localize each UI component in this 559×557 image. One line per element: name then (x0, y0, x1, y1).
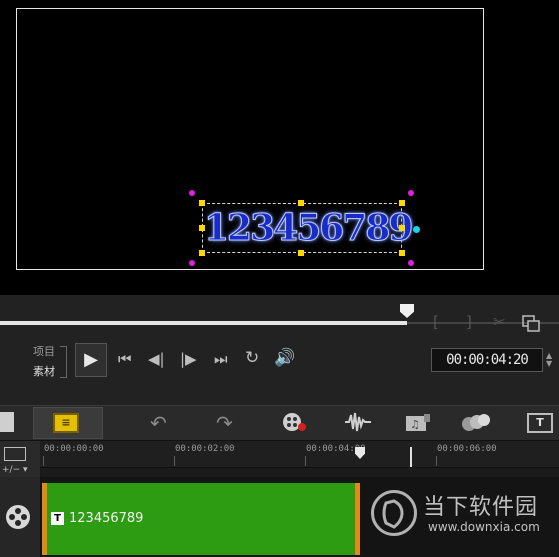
repeat-icon[interactable]: ↻ (245, 348, 259, 368)
go-to-end-icon[interactable]: ⏭ (214, 350, 228, 368)
mode-switch-bracket (60, 346, 67, 378)
go-to-start-icon[interactable]: ⏮ (118, 350, 132, 368)
resize-handle-n[interactable] (298, 200, 304, 206)
rotate-handle-bottom-left[interactable] (189, 260, 195, 266)
motion-tracking-icon[interactable] (460, 413, 492, 433)
resize-handle-se[interactable] (399, 250, 405, 256)
ruler-label: 00:00:00:00 (44, 444, 104, 454)
ruler-label: 00:00:02:00 (175, 444, 235, 454)
ruler-tick (305, 456, 306, 466)
ruler-tick (43, 456, 44, 466)
add-remove-track-icon[interactable]: +/− ▾ (2, 465, 28, 475)
watermark-url: www.downxia.com (428, 520, 540, 534)
video-track-icon[interactable] (6, 505, 30, 529)
timeline-view-icon: ≡ (53, 413, 79, 433)
timecode-stepper-icon[interactable]: ▲ ▼ (546, 352, 552, 368)
volume-icon[interactable]: 🔊 (274, 348, 295, 368)
title-overlay-text[interactable]: 123456789 (204, 202, 414, 254)
sound-mixer-icon[interactable] (344, 411, 372, 433)
timecode-display[interactable]: 00:00:04:20 (431, 348, 543, 372)
resize-handle-sw[interactable] (199, 250, 205, 256)
enlarge-preview-icon[interactable] (522, 315, 540, 332)
watermark-logo (371, 490, 417, 536)
undo-icon[interactable]: ↶ (150, 411, 167, 435)
play-button[interactable]: ▶ (75, 343, 107, 377)
rotate-handle-top-right[interactable] (408, 190, 414, 196)
title-clip-icon: T (51, 512, 64, 525)
redo-icon[interactable]: ↷ (216, 411, 233, 435)
ruler-label: 00:00:06:00 (437, 444, 497, 454)
ruler-tick (174, 456, 175, 466)
ruler-tick (436, 456, 437, 466)
record-capture-icon[interactable] (281, 411, 307, 433)
scrubber-played[interactable] (0, 321, 407, 325)
previous-frame-icon[interactable]: ◀| (148, 350, 165, 368)
subtitle-editor-icon[interactable]: T (527, 413, 553, 433)
rotate-handle-top-left[interactable] (189, 190, 195, 196)
play-icon: ▶ (84, 349, 98, 370)
resize-handle-ne[interactable] (399, 200, 405, 206)
bracket-left-icon[interactable]: [ (433, 313, 439, 331)
track-manager-icon[interactable] (4, 447, 26, 461)
resize-handle-nw[interactable] (199, 200, 205, 206)
rotate-handle-bottom-right[interactable] (408, 260, 414, 266)
resize-handle-w[interactable] (199, 225, 205, 231)
resize-handle-e[interactable] (399, 225, 405, 231)
mode-clip-option[interactable]: 素材 (33, 363, 55, 379)
resize-handle-s[interactable] (298, 250, 304, 256)
bracket-right-icon[interactable]: ] (466, 313, 472, 331)
title-clip-label: 123456789 (69, 511, 144, 526)
svg-text:♫: ♫ (410, 418, 420, 431)
timeline-cursor (410, 447, 412, 467)
pivot-handle[interactable] (413, 226, 420, 233)
auto-music-icon[interactable]: ♫ (404, 412, 432, 434)
scissors-icon[interactable]: ✂ (493, 313, 506, 331)
watermark-name: 当下软件园 (423, 495, 539, 520)
next-frame-icon[interactable]: |▶ (180, 350, 197, 368)
mode-project-option[interactable]: 项目 (33, 343, 55, 359)
storyboard-view-icon[interactable] (0, 412, 14, 432)
